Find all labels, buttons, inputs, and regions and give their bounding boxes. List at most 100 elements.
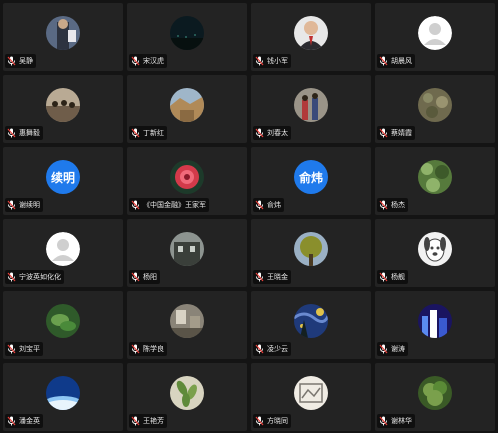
video-grid: 吴静 宋汉虎 钱小军 胡晨风 惠舞毅 丁新红 刘春太 蔡婧霞 续明 谢续明 《中…: [0, 0, 498, 433]
name-tag: 惠舞毅: [5, 126, 43, 140]
participant-tile[interactable]: 王晓金: [251, 219, 371, 287]
name-tag: 杨阳: [129, 270, 160, 284]
mic-muted-icon: [255, 272, 267, 282]
participant-name: 刘春太: [267, 129, 288, 137]
flower-icon: [170, 160, 204, 194]
participant-tile[interactable]: 刘春太: [251, 75, 371, 143]
foliage-icon: [418, 160, 452, 194]
participant-name: 谢续明: [19, 201, 40, 209]
participant-name: 丁新红: [143, 129, 164, 137]
trees-icon: [294, 232, 328, 266]
default-person-icon: [418, 16, 452, 50]
participant-tile[interactable]: 丁新红: [127, 75, 247, 143]
green-plant-icon: [46, 304, 80, 338]
name-tag: 刘春太: [253, 126, 291, 140]
participant-tile[interactable]: 谢涛: [375, 291, 495, 359]
participant-name: 王艳芳: [143, 417, 164, 425]
name-tag: 谢涛: [377, 342, 408, 356]
participant-name: 《中国金融》王家军: [143, 201, 206, 209]
mic-muted-icon: [7, 200, 19, 210]
name-tag: 蔡婧霞: [377, 126, 415, 140]
name-tag: 凌少云: [253, 342, 291, 356]
leaves-icon: [170, 376, 204, 410]
participant-tile[interactable]: 《中国金融》王家军: [127, 147, 247, 215]
name-tag: 钱小军: [253, 54, 291, 68]
cartoon-dog-icon: [418, 232, 452, 266]
name-tag: 谢林华: [377, 414, 415, 428]
participant-name: 胡晨风: [391, 57, 412, 65]
room-icon: [170, 304, 204, 338]
mic-muted-icon: [131, 56, 143, 66]
participant-name: 宋汉虎: [143, 57, 164, 65]
person-photo-icon: [46, 16, 80, 50]
participant-name: 谢涛: [391, 345, 405, 353]
mic-muted-icon: [379, 344, 391, 354]
shrub-icon: [418, 376, 452, 410]
mic-muted-icon: [379, 128, 391, 138]
mic-muted-icon: [7, 416, 19, 426]
participant-tile[interactable]: 凌少云: [251, 291, 371, 359]
name-tag: 宋汉虎: [129, 54, 167, 68]
night-scene-icon: [170, 16, 204, 50]
name-tag: 《中国金融》王家军: [129, 198, 209, 212]
participant-tile[interactable]: 王艳芳: [127, 363, 247, 431]
participant-name: 杨杰: [391, 201, 405, 209]
participant-tile[interactable]: 惠舞毅: [3, 75, 123, 143]
name-tag: 陈学良: [129, 342, 167, 356]
name-tag: 宁波英如化化: [5, 270, 64, 284]
participant-tile[interactable]: 刘宝平: [3, 291, 123, 359]
participant-name: 谢林华: [391, 417, 412, 425]
participant-tile[interactable]: 方晓同: [251, 363, 371, 431]
mic-muted-icon: [379, 272, 391, 282]
default-person-icon: [46, 232, 80, 266]
participant-tile[interactable]: 俞炜 俞炜: [251, 147, 371, 215]
participant-tile[interactable]: 潘金英: [3, 363, 123, 431]
name-tag: 杨杰: [377, 198, 408, 212]
participant-name: 王晓金: [267, 273, 288, 281]
participant-tile[interactable]: 吴静: [3, 3, 123, 71]
participant-tile[interactable]: 蔡婧霞: [375, 75, 495, 143]
nature-icon: [418, 88, 452, 122]
name-tag: 王艳芳: [129, 414, 167, 428]
participant-tile[interactable]: 谢林华: [375, 363, 495, 431]
mic-muted-icon: [131, 416, 143, 426]
participant-tile[interactable]: 陈学良: [127, 291, 247, 359]
participant-name: 刘宝平: [19, 345, 40, 353]
participant-tile[interactable]: 宁波英如化化: [3, 219, 123, 287]
mic-muted-icon: [255, 56, 267, 66]
participant-name: 潘金英: [19, 417, 40, 425]
name-tag: 方晓同: [253, 414, 291, 428]
participant-name: 蔡婧霞: [391, 129, 412, 137]
participant-name: 惠舞毅: [19, 129, 40, 137]
name-tag: 杨舰: [377, 270, 408, 284]
mic-muted-icon: [379, 56, 391, 66]
participant-name: 陈学良: [143, 345, 164, 353]
name-tag: 谢续明: [5, 198, 43, 212]
participant-name: 宁波英如化化: [19, 273, 61, 281]
participant-tile[interactable]: 续明 谢续明: [3, 147, 123, 215]
mic-muted-icon: [131, 272, 143, 282]
participant-tile[interactable]: 杨阳: [127, 219, 247, 287]
participant-name: 杨阳: [143, 273, 157, 281]
participant-name: 吴静: [19, 57, 33, 65]
participant-name: 方晓同: [267, 417, 288, 425]
mic-muted-icon: [255, 200, 267, 210]
mic-muted-icon: [379, 416, 391, 426]
participant-tile[interactable]: 杨舰: [375, 219, 495, 287]
mic-muted-icon: [255, 416, 267, 426]
name-tag: 胡晨风: [377, 54, 415, 68]
crowd-photo-icon: [46, 88, 80, 122]
participant-name: 杨舰: [391, 273, 405, 281]
people-photo-icon: [294, 88, 328, 122]
name-tag: 刘宝平: [5, 342, 43, 356]
avatar-initials: 俞炜: [294, 160, 328, 194]
mic-muted-icon: [131, 200, 143, 210]
participant-tile[interactable]: 胡晨风: [375, 3, 495, 71]
participant-tile[interactable]: 钱小军: [251, 3, 371, 71]
name-tag: 俞炜: [253, 198, 284, 212]
mic-muted-icon: [7, 272, 19, 282]
participant-tile[interactable]: 宋汉虎: [127, 3, 247, 71]
building-icon: [170, 232, 204, 266]
participant-tile[interactable]: 杨杰: [375, 147, 495, 215]
drawing-icon: [294, 376, 328, 410]
